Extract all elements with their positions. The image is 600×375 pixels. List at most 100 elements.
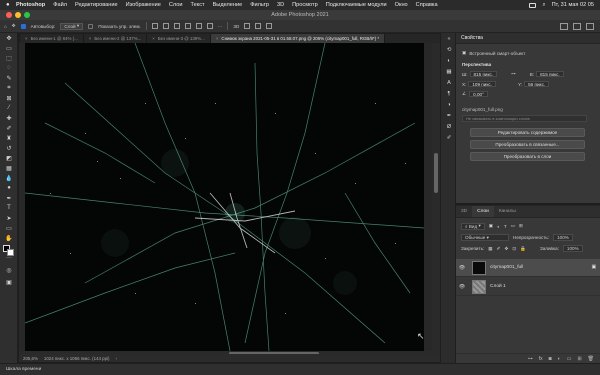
zoom-level[interactable]: 205,6% [23,356,38,361]
properties-title[interactable]: Свойства [461,35,483,41]
align-right-icon[interactable] [173,23,180,29]
align-bottom-icon[interactable] [206,23,213,29]
edit-contents-button[interactable]: Редактировать содержимое [470,128,585,137]
layer-name[interactable]: citymap001_full [490,265,523,270]
gradient-tool[interactable]: ▦ [0,163,18,173]
type-tool[interactable]: T [0,203,18,213]
background-color-swatch[interactable] [7,249,14,256]
tab-layers[interactable]: Слои [472,206,494,217]
kind-filter-select[interactable]: ⌕ Вид ▾ [461,222,485,230]
adjustment-layer-icon[interactable]: ◐ [558,356,561,362]
eraser-tool[interactable]: ◩ [0,153,18,163]
adjustments-panel-button[interactable]: ◑ [441,99,457,110]
move-tool[interactable]: ✥ [0,33,18,43]
close-window-button[interactable] [6,12,12,18]
y-field[interactable]: Y: 56 пикс. [518,81,550,87]
blur-tool[interactable]: 💧 [0,173,18,183]
blend-mode-select[interactable]: Обычные ▾ [461,234,509,241]
filter-shape-icon[interactable]: ▭ [511,223,515,229]
search-icon[interactable]: ⌕ [542,2,545,9]
quick-select-tool[interactable]: ✎ [0,73,18,83]
path-select-tool[interactable]: ➤ [0,213,18,223]
menu-3d[interactable]: 3D [277,2,284,8]
share-icon[interactable] [586,22,594,30]
move-tool-icon[interactable]: ✥ [12,23,16,29]
doc-tab[interactable]: × Без имени-1 @ 84% (... [20,34,84,43]
close-tab-icon[interactable]: × [216,36,219,41]
fill-input[interactable]: 100% [562,245,583,252]
timeline-label[interactable]: Шкала времени [6,367,41,372]
marquee-tool[interactable]: ⬚ [0,53,18,63]
menu-plugins[interactable]: Подключаемые модули [326,2,387,8]
convert-to-layers-button[interactable]: Преобразовать в слои [470,152,585,161]
tab-channels[interactable]: Каналы [494,206,521,217]
doc-tab[interactable]: × Без имени-2 @ 137%... [84,34,148,43]
paragraph-panel-button[interactable]: ¶ [441,88,457,99]
pen-tool[interactable]: ✒ [0,193,18,203]
history-brush-tool[interactable]: ↺ [0,143,18,153]
convert-to-linked-button[interactable]: Преобразовать в связанные... [470,140,585,149]
layer-style-icon[interactable]: fx [539,356,543,362]
vertical-scrollbar[interactable] [432,43,440,351]
menu-layer[interactable]: Слои [169,2,183,8]
doc-tab[interactable]: × Без имени-3 @ 139%... [147,34,211,43]
minimize-window-button[interactable] [15,12,21,18]
history-panel-button[interactable]: ⟲ [441,44,457,55]
filter-pixel-icon[interactable]: ▣ [489,223,493,229]
autoselect-target-select[interactable]: Слой ▾ [60,22,84,30]
apple-menu-icon[interactable]: ● [6,2,16,8]
angle-value[interactable]: 0,00° [469,91,488,97]
image-canvas[interactable] [25,43,424,351]
swatches-panel-button[interactable]: ▦ [441,66,457,77]
crop-tool[interactable]: ⌗ [0,83,18,93]
lock-pixels-icon[interactable]: ▦ [488,246,492,252]
vertical-scroll-thumb[interactable] [434,153,438,193]
menu-filter[interactable]: Фильтр [250,2,269,8]
shape-tool[interactable]: ▭ [0,223,18,233]
close-tab-icon[interactable]: × [25,36,28,41]
dodge-tool[interactable]: ● [0,183,18,193]
autoselect-checkbox[interactable] [20,23,26,29]
visibility-eye-icon[interactable]: 👁 [456,265,468,271]
glyphs-panel-button[interactable]: Ø [441,121,457,132]
link-icon[interactable]: ⊶ [511,71,516,77]
filter-smart-icon[interactable]: ⊞ [519,223,523,229]
show-transform-checkbox[interactable] [88,23,94,29]
color-panel-button[interactable]: ◐ [441,55,457,66]
frame-tool[interactable]: ⊠ [0,93,18,103]
tab-3d[interactable]: 3D [456,206,472,217]
brush-settings-button[interactable]: ✐ [441,132,457,143]
lock-all-icon[interactable]: 🔒 [520,246,526,252]
screen-mode-button[interactable]: ▣ [0,277,18,287]
healing-brush-tool[interactable]: ✚ [0,113,18,123]
app-menu[interactable]: Photoshop [16,2,45,8]
layer-name[interactable]: Слой 1 [490,284,506,289]
lock-artboard-icon[interactable]: ⊡ [512,246,516,252]
add-mask-icon[interactable]: ◙ [549,356,552,362]
lasso-tool[interactable]: ◌ [0,63,18,73]
width-value[interactable]: 815 пикс. [469,71,498,77]
status-arrow-icon[interactable]: › [116,356,117,361]
x-value[interactable]: 109 пикс. [468,81,496,87]
height-value[interactable]: 815 пикс. [536,71,564,77]
home-icon[interactable]: ⌂ [4,24,7,29]
clone-stamp-tool[interactable]: ♜ [0,133,18,143]
document-workspace[interactable]: ↖ [19,43,440,351]
align-left-icon[interactable] [151,23,158,29]
menu-image[interactable]: Изображение [126,2,161,8]
battery-icon[interactable] [529,2,537,8]
align-middle-icon[interactable] [195,23,202,29]
opacity-input[interactable]: 100% [553,234,573,241]
menu-edit[interactable]: Редактирование [75,2,118,8]
filter-type-icon[interactable]: T [504,224,507,229]
lock-paint-icon[interactable]: ✐ [497,246,501,252]
layer-comp-hint[interactable]: Не связывать в композиции слоев [462,115,587,122]
3d-orbit-icon[interactable] [244,23,251,29]
3d-roll-icon[interactable] [255,23,262,29]
eyedropper-tool[interactable]: ⁄ [0,103,18,113]
link-layers-icon[interactable]: ⊶ [528,356,533,362]
paths-panel-button[interactable]: ✒ [441,110,457,121]
menu-select[interactable]: Выделение [213,2,243,8]
width-field[interactable]: Ш: 815 пикс. [462,71,498,77]
zoom-window-button[interactable] [24,12,30,18]
